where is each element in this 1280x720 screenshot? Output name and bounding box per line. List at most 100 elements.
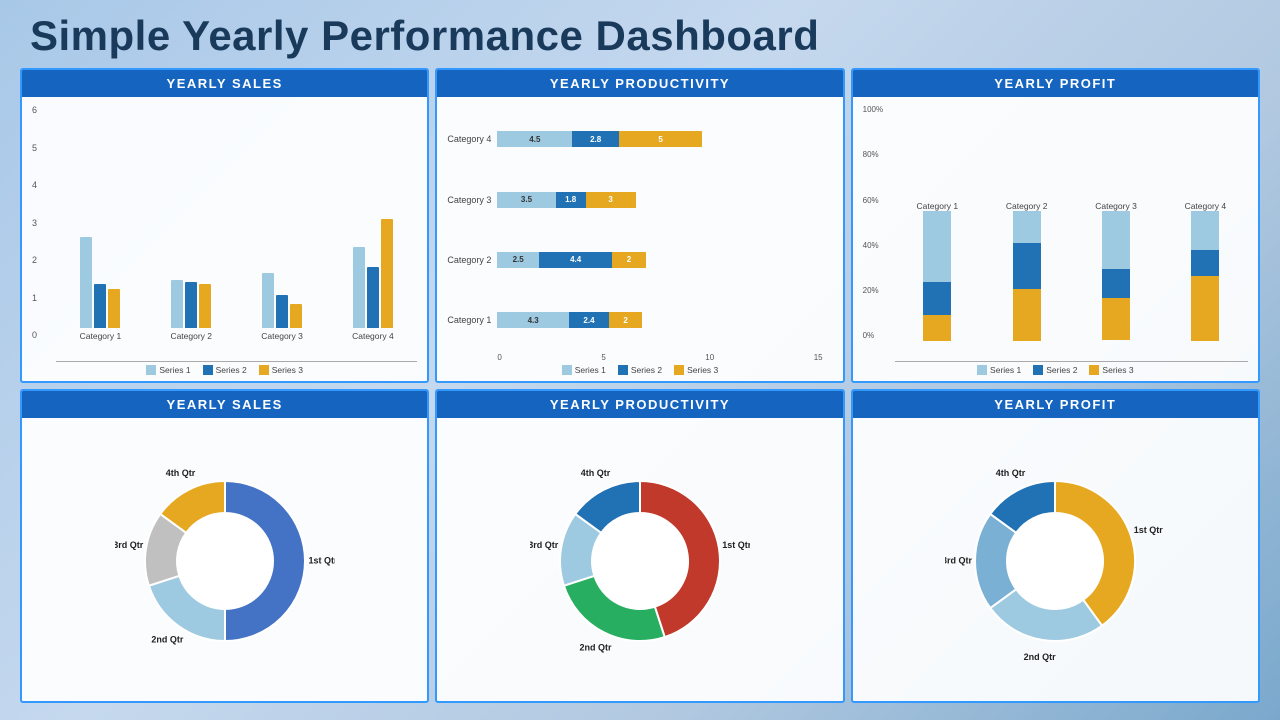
stacked-x-label: Category 4 bbox=[1185, 201, 1227, 211]
legend-series2: Series 2 bbox=[203, 365, 247, 375]
bar-s1 bbox=[80, 237, 92, 328]
panel-yearly-profit-donut-body: 1st Qtr2nd Qtr3rd Qtr4th Qtr bbox=[853, 418, 1258, 702]
donut-label: 3rd Qtr bbox=[115, 540, 144, 550]
donut-center bbox=[177, 513, 273, 609]
hbar-seg-s3: 3 bbox=[586, 192, 636, 208]
bar-s2 bbox=[185, 282, 197, 328]
donut-label: 1st Qtr bbox=[722, 540, 750, 550]
bars-row bbox=[238, 198, 327, 328]
x-label: Category 4 bbox=[352, 331, 394, 341]
hbar-seg-s3: 2 bbox=[612, 252, 645, 268]
stacked-bar-s1 bbox=[923, 211, 951, 283]
hbar-label: Category 3 bbox=[447, 195, 491, 205]
panel-yearly-sales-bar-header: YEARLY SALES bbox=[22, 70, 427, 97]
bar-s2 bbox=[94, 284, 106, 327]
donut-area-productivity: 1st Qtr 2nd Qtr 3rd Qtr 4th Qtr bbox=[447, 426, 832, 698]
donut-svg-profit: 1st Qtr2nd Qtr3rd Qtr4th Qtr bbox=[945, 451, 1165, 671]
legend-series1: Series 1 bbox=[562, 365, 606, 375]
donut-label: 1st Qtr bbox=[1134, 525, 1164, 535]
stacked-x-label: Category 3 bbox=[1095, 201, 1137, 211]
stacked-bar-s1 bbox=[1013, 211, 1041, 244]
legend-series3: Series 3 bbox=[674, 365, 718, 375]
bar-s2 bbox=[367, 267, 379, 328]
bars-row bbox=[56, 198, 145, 328]
hbar-seg-s2: 2.8 bbox=[572, 131, 619, 147]
x-label: Category 2 bbox=[170, 331, 212, 341]
hbar-label: Category 4 bbox=[447, 134, 491, 144]
stacked-chart-grid: 0% 20% 40% 60% 80% 100% Category 1 Catego… bbox=[863, 105, 1248, 361]
hbar-rows: Category 44.52.85 Category 3 3.51.83 Catego… bbox=[447, 109, 832, 351]
stacked-bar-s3 bbox=[1102, 298, 1130, 341]
stacked-bar-s3 bbox=[1013, 289, 1041, 341]
bar-s3 bbox=[199, 284, 211, 327]
hbar-x-axis: 0 5 10 15 bbox=[447, 351, 832, 362]
stacked-bar-s1 bbox=[1191, 211, 1219, 250]
stacked-bars bbox=[1013, 211, 1041, 341]
bar-s1 bbox=[353, 247, 365, 327]
hbar-seg-s3: 5 bbox=[619, 131, 702, 147]
stacked-y-labels: 0% 20% 40% 60% 80% 100% bbox=[863, 105, 883, 341]
hbar-row: Category 14.32.42 bbox=[497, 312, 822, 328]
donut-area-profit: 1st Qtr2nd Qtr3rd Qtr4th Qtr bbox=[863, 426, 1248, 698]
panel-yearly-productivity-donut: YEARLY PRODUCTIVITY 1st Qtr2nd Qtr3rd Qt… bbox=[435, 389, 844, 704]
hbar-seg-s1: 4.3 bbox=[497, 312, 569, 328]
legend-series1: Series 1 bbox=[977, 365, 1021, 375]
stacked-group: Category 4 bbox=[1163, 198, 1248, 341]
donut-label: 4th Qtr bbox=[996, 468, 1026, 478]
donut-center bbox=[1007, 513, 1103, 609]
hbar-seg-s2: 1.8 bbox=[556, 192, 586, 208]
donut-label: 1st Qtr bbox=[308, 556, 335, 566]
panel-yearly-sales-donut-body: 1st Qtr 2nd Qtr 3rd Qtr 4th Qtr bbox=[22, 418, 427, 702]
hbar-row: Category 44.52.85 bbox=[497, 131, 822, 147]
panel-yearly-sales-bar: YEARLY SALES 0 1 2 3 4 5 6 Category 1 Cat… bbox=[20, 68, 429, 383]
bars-row bbox=[147, 198, 236, 328]
stacked-bar-s2 bbox=[1191, 250, 1219, 276]
donut-label: 2nd Qtr bbox=[1024, 652, 1056, 662]
stacked-bar-s3 bbox=[923, 315, 951, 341]
stacked-bar-s2 bbox=[923, 282, 951, 315]
stacked-group: Category 2 bbox=[984, 198, 1069, 341]
stacked-bar-s2 bbox=[1102, 269, 1130, 298]
hbar-legend: Series 1 Series 2 Series 3 bbox=[447, 362, 832, 377]
hbar-label: Category 1 bbox=[447, 315, 491, 325]
stacked-bars bbox=[1102, 211, 1130, 341]
stacked-bar-s3 bbox=[1191, 276, 1219, 341]
panel-yearly-profit-donut: YEARLY PROFIT 1st Qtr2nd Qtr3rd Qtr4th Q… bbox=[851, 389, 1260, 704]
y-axis-labels: 0 1 2 3 4 5 6 bbox=[32, 105, 37, 341]
donut-label: 3rd Qtr bbox=[530, 540, 559, 550]
hbar-row: Category 22.54.42 bbox=[497, 252, 822, 268]
donut-label: 4th Qtr bbox=[581, 468, 611, 478]
bar-group: Category 3 bbox=[238, 105, 327, 341]
dashboard-grid: YEARLY SALES 0 1 2 3 4 5 6 Category 1Cat… bbox=[0, 68, 1280, 713]
stacked-x-label: Category 1 bbox=[917, 201, 959, 211]
panel-yearly-profit-stacked: YEARLY PROFIT 0% 20% 40% 60% 80% 100% Ca… bbox=[851, 68, 1260, 383]
stacked-x-label: Category 2 bbox=[1006, 201, 1048, 211]
donut-center bbox=[592, 513, 688, 609]
bar-s3 bbox=[108, 289, 120, 328]
donut-label: 4th Qtr bbox=[165, 468, 195, 478]
hbar-segments: 3.51.83 bbox=[497, 192, 635, 208]
legend-series3: Series 3 bbox=[1089, 365, 1133, 375]
panel-yearly-profit-donut-header: YEARLY PROFIT bbox=[853, 391, 1258, 418]
panel-yearly-profit-stacked-body: 0% 20% 40% 60% 80% 100% Category 1 Catego… bbox=[853, 97, 1258, 381]
x-label: Category 1 bbox=[80, 331, 122, 341]
legend-series3: Series 3 bbox=[259, 365, 303, 375]
stacked-bar-s1 bbox=[1102, 211, 1130, 270]
stacked-group: Category 3 bbox=[1073, 198, 1158, 341]
bar-group: Category 1 bbox=[56, 105, 145, 341]
bar-s3 bbox=[290, 304, 302, 328]
hbar-seg-s2: 4.4 bbox=[539, 252, 612, 268]
legend-series2: Series 2 bbox=[618, 365, 662, 375]
donut-svg-productivity: 1st Qtr 2nd Qtr 3rd Qtr 4th Qtr bbox=[530, 451, 750, 671]
bar-group: Category 4 bbox=[328, 105, 417, 341]
bar-s1 bbox=[262, 273, 274, 327]
donut-label: 2nd Qtr bbox=[579, 643, 611, 653]
hbar-seg-s1: 3.5 bbox=[497, 192, 555, 208]
stacked-bars bbox=[923, 211, 951, 341]
donut-label: 2nd Qtr bbox=[151, 635, 183, 645]
stacked-bars bbox=[1191, 211, 1219, 341]
hbar-segments: 4.32.42 bbox=[497, 312, 642, 328]
donut-area-sales: 1st Qtr 2nd Qtr 3rd Qtr 4th Qtr bbox=[32, 426, 417, 698]
hbar-seg-s1: 2.5 bbox=[497, 252, 539, 268]
bar-chart-legend: Series 1 Series 2 Series 3 bbox=[32, 362, 417, 377]
